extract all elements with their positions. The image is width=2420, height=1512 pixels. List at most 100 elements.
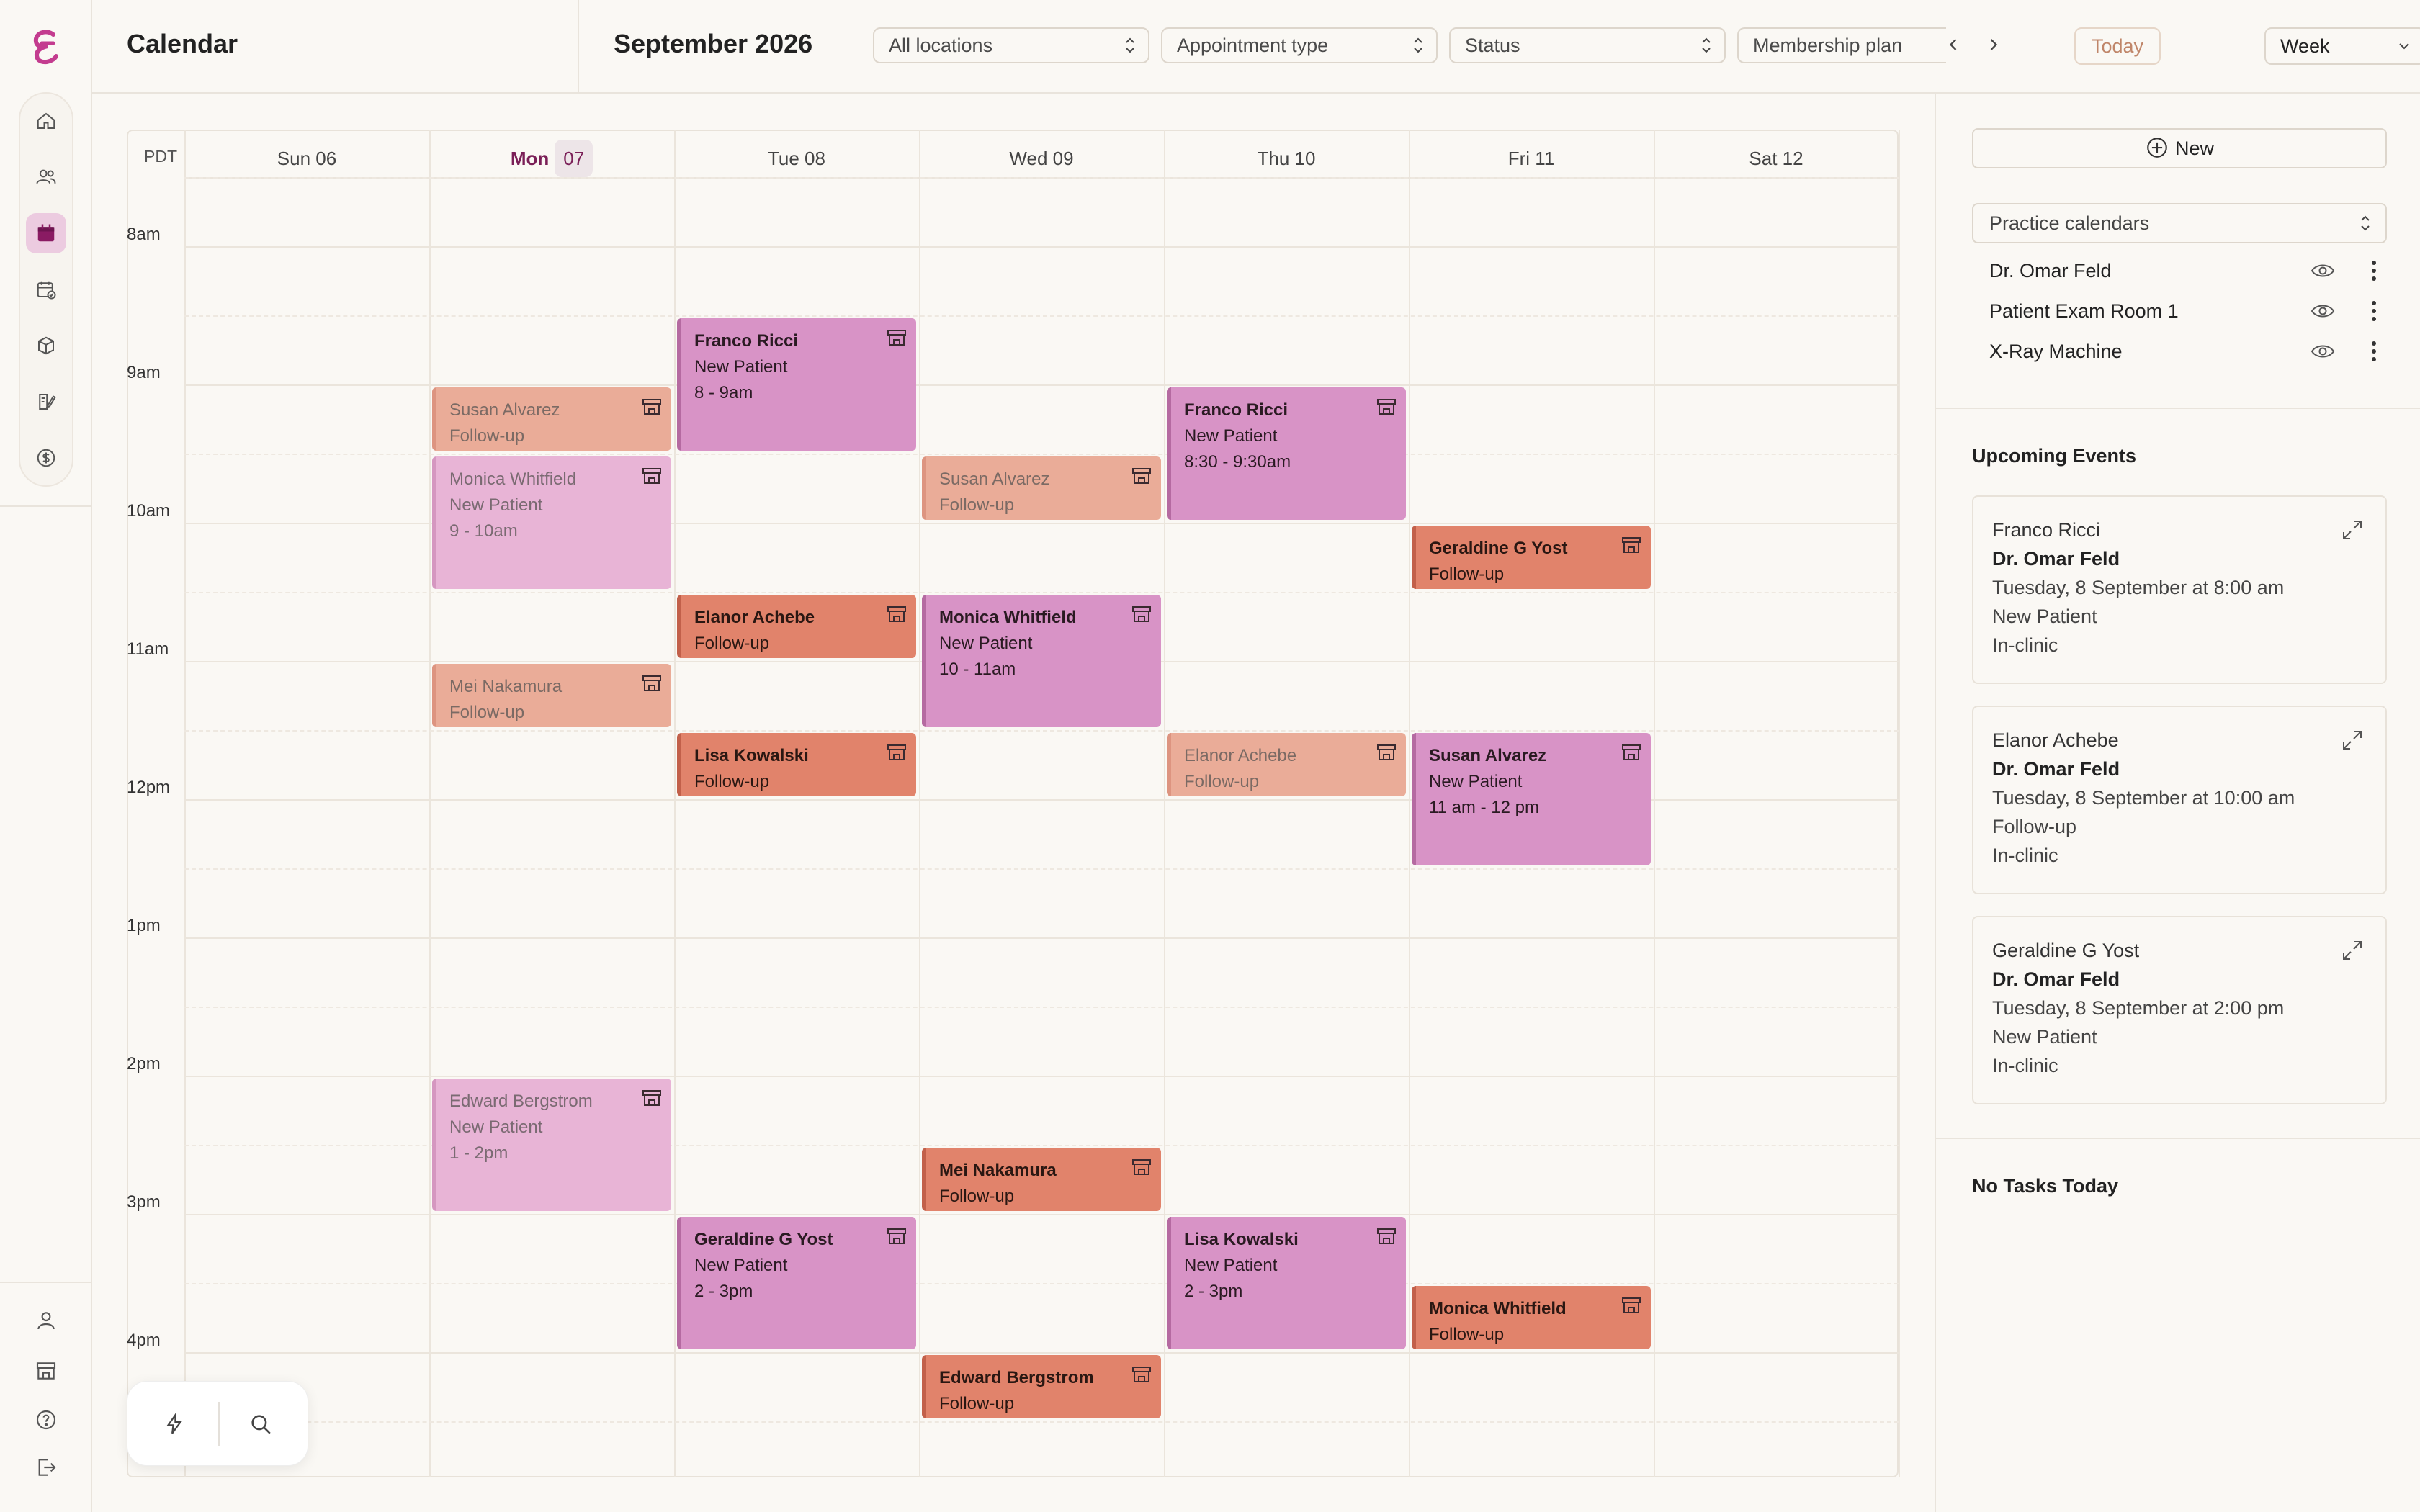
expand-icon[interactable] — [2341, 518, 2364, 541]
next-week-button[interactable] — [1978, 29, 2009, 60]
appointment-event[interactable]: Elanor Achebe Follow-up — [1167, 733, 1406, 796]
filter-label: Status — [1465, 35, 1520, 56]
appointment-event[interactable]: Geraldine G Yost New Patient 2 - 3pm — [677, 1217, 916, 1349]
clinic-icon — [1132, 1367, 1151, 1382]
nav-forms[interactable] — [26, 382, 66, 422]
upcoming-doctor: Dr. Omar Feld — [1992, 968, 2120, 990]
nav-inventory[interactable] — [26, 325, 66, 366]
clinic-icon — [887, 330, 906, 346]
appointment-event[interactable]: Susan Alvarez Follow-up — [432, 387, 671, 451]
day-header[interactable]: Tue 08 — [674, 140, 919, 177]
filter-locations[interactable]: All locations — [873, 27, 1150, 63]
nav-profile[interactable] — [29, 1303, 63, 1338]
event-patient-name: Susan Alvarez — [1429, 746, 1547, 765]
patients-icon — [36, 169, 56, 184]
nav-schedule[interactable] — [26, 269, 66, 310]
upcoming-datetime: Tuesday, 8 September at 2:00 pm — [1992, 997, 2285, 1019]
upcoming-type: New Patient — [1992, 1026, 2097, 1048]
day-header[interactable]: Fri 11 — [1409, 140, 1654, 177]
appointment-event[interactable]: Monica Whitfield New Patient 9 - 10am — [432, 456, 671, 589]
filter-membership-plan[interactable]: Membership plan — [1737, 27, 1946, 63]
nav-logout[interactable] — [29, 1450, 63, 1485]
day-header[interactable]: Mon 07 — [429, 140, 674, 177]
appointment-event[interactable]: Franco Ricci New Patient 8 - 9am — [677, 318, 916, 451]
eye-icon[interactable] — [2311, 301, 2335, 321]
today-button[interactable]: Today — [2074, 27, 2161, 65]
practice-calendar-item[interactable]: X-Ray Machine — [1989, 331, 2393, 372]
clinic-icon — [642, 1090, 661, 1106]
event-type: New Patient — [449, 495, 543, 515]
event-patient-name: Franco Ricci — [1184, 400, 1289, 420]
nav-store[interactable] — [29, 1354, 63, 1388]
right-panel: New Practice calendars Dr. Omar Feld Pati… — [1935, 94, 2420, 1512]
expand-icon[interactable] — [2341, 939, 2364, 962]
clinic-icon — [887, 1228, 906, 1244]
time-label: 9am — [127, 363, 161, 382]
billing-icon — [37, 449, 55, 467]
more-vertical-icon[interactable] — [2370, 300, 2378, 323]
filter-status[interactable]: Status — [1449, 27, 1726, 63]
nav-home[interactable] — [26, 101, 66, 141]
upcoming-datetime: Tuesday, 8 September at 10:00 am — [1992, 787, 2295, 809]
day-header[interactable]: Sat 12 — [1654, 140, 1899, 177]
upcoming-event-card[interactable]: Elanor Achebe Dr. Omar Feld Tuesday, 8 Sep… — [1972, 706, 2387, 894]
half-hour-gridline — [184, 454, 1899, 455]
appointment-event[interactable]: Lisa Kowalski New Patient 2 - 3pm — [1167, 1217, 1406, 1349]
appointment-event[interactable]: Geraldine G Yost Follow-up — [1412, 526, 1651, 589]
appointment-event[interactable]: Edward Bergstrom Follow-up — [922, 1355, 1161, 1418]
day-label: Sat 12 — [1749, 148, 1803, 169]
half-hour-gridline — [184, 868, 1899, 870]
view-select[interactable]: Week — [2264, 27, 2420, 65]
half-hour-gridline — [184, 592, 1899, 593]
prev-week-button[interactable] — [1937, 29, 1969, 60]
appointment-event[interactable]: Susan Alvarez Follow-up — [922, 456, 1161, 520]
filter-appointment-type[interactable]: Appointment type — [1161, 27, 1438, 63]
practice-calendar-item[interactable]: Patient Exam Room 1 — [1989, 291, 2393, 331]
appointment-event[interactable]: Monica Whitfield New Patient 10 - 11am — [922, 595, 1161, 727]
day-header[interactable]: Thu 10 — [1164, 140, 1409, 177]
day-header[interactable]: Wed 09 — [919, 140, 1164, 177]
nav-calendar[interactable] — [26, 213, 66, 253]
appointment-event[interactable]: Elanor Achebe Follow-up — [677, 595, 916, 658]
half-hour-gridline — [184, 1007, 1899, 1008]
event-type: Follow-up — [694, 634, 770, 653]
appointment-event[interactable]: Lisa Kowalski Follow-up — [677, 733, 916, 796]
eye-icon[interactable] — [2311, 341, 2335, 361]
day-label: Tue 08 — [768, 148, 825, 169]
appointment-event[interactable]: Monica Whitfield Follow-up — [1412, 1286, 1651, 1349]
eye-icon[interactable] — [2311, 261, 2335, 281]
day-column-divider — [1654, 130, 1655, 1477]
appointment-event[interactable]: Franco Ricci New Patient 8:30 - 9:30am — [1167, 387, 1406, 520]
more-vertical-icon[interactable] — [2370, 340, 2378, 363]
upcoming-event-card[interactable]: Franco Ricci Dr. Omar Feld Tuesday, 8 Sept… — [1972, 495, 2387, 684]
appointment-event[interactable]: Edward Bergstrom New Patient 1 - 2pm — [432, 1079, 671, 1211]
panel-divider — [1936, 408, 2420, 409]
event-type: Follow-up — [939, 495, 1015, 515]
event-type: New Patient — [1184, 1256, 1278, 1275]
appointment-event[interactable]: Susan Alvarez New Patient 11 am - 12 pm — [1412, 733, 1651, 865]
nav-patients[interactable] — [26, 157, 66, 197]
nav-billing[interactable] — [26, 438, 66, 478]
appointment-event[interactable]: Mei Nakamura Follow-up — [432, 664, 671, 727]
event-time: 1 - 2pm — [449, 1143, 508, 1163]
nav-help[interactable] — [29, 1403, 63, 1437]
event-patient-name: Lisa Kowalski — [694, 746, 809, 765]
upcoming-event-card[interactable]: Geraldine G Yost Dr. Omar Feld Tuesday, 8 … — [1972, 916, 2387, 1104]
practice-calendar-item[interactable]: Dr. Omar Feld — [1989, 251, 2393, 291]
practice-calendars-select[interactable]: Practice calendars — [1972, 203, 2387, 243]
hour-gridline — [184, 246, 1899, 248]
more-vertical-icon[interactable] — [2370, 259, 2378, 282]
app-logo[interactable] — [29, 27, 63, 65]
day-header[interactable]: Sun 06 — [184, 140, 429, 177]
appointment-event[interactable]: Mei Nakamura Follow-up — [922, 1148, 1161, 1211]
panel-divider — [1936, 1138, 2420, 1139]
toolbar-separator — [218, 1402, 220, 1446]
event-time: 2 - 3pm — [694, 1282, 753, 1301]
time-label: 3pm — [127, 1192, 161, 1212]
clinic-icon — [642, 675, 661, 691]
new-event-button[interactable]: New — [1972, 128, 2387, 168]
search-button[interactable] — [243, 1406, 279, 1442]
expand-icon[interactable] — [2341, 729, 2364, 752]
event-patient-name: Edward Bergstrom — [939, 1368, 1094, 1387]
quick-actions-button[interactable] — [156, 1406, 192, 1442]
